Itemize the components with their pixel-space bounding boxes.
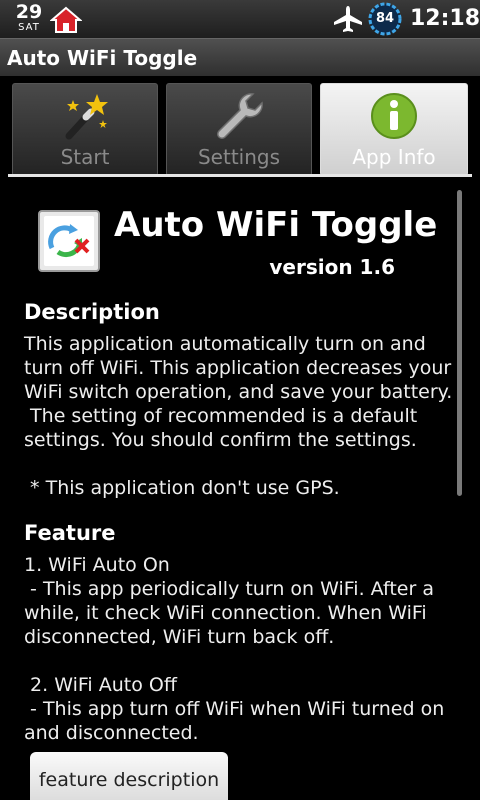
info-icon — [371, 93, 417, 139]
battery-level: 84 — [375, 11, 395, 26]
date-day: 29 — [15, 1, 43, 23]
tab-start-label: Start — [60, 145, 110, 169]
tab-settings[interactable]: Settings — [166, 83, 312, 176]
feature-heading: Feature — [24, 521, 116, 545]
tab-settings-label: Settings — [197, 145, 281, 169]
app-info-content[interactable]: Auto WiFi Toggle version 1.6 Description… — [0, 180, 480, 800]
description-heading: Description — [24, 300, 160, 324]
magic-wand-icon — [65, 94, 108, 140]
app-title-bar: Auto WiFi Toggle — [0, 38, 480, 77]
description-text: This application automatically turn on a… — [24, 333, 453, 499]
app-bar-title: Auto WiFi Toggle — [7, 46, 198, 70]
date-indicator: 29 SAT — [14, 2, 44, 33]
feature-description-button[interactable]: feature description — [30, 752, 228, 800]
airplane-mode-icon — [334, 6, 362, 32]
tab-bar: Start Settings App Info — [0, 76, 480, 176]
scrollbar[interactable] — [457, 190, 462, 496]
clock: 12:18 — [410, 6, 480, 31]
tab-start[interactable]: Start — [12, 83, 158, 176]
tab-underline — [8, 174, 472, 177]
wrench-icon — [217, 93, 263, 139]
battery-indicator: 84 — [368, 2, 402, 36]
app-logo-icon — [38, 210, 100, 272]
status-bar: 29 SAT 84 12:18 — [0, 0, 480, 38]
tab-app-info[interactable]: App Info — [320, 83, 468, 176]
tab-app-info-label: App Info — [352, 145, 436, 169]
app-version: version 1.6 — [269, 255, 395, 279]
date-weekday: SAT — [18, 22, 40, 33]
app-name: Auto WiFi Toggle — [114, 205, 438, 245]
home-notification-icon — [50, 6, 82, 33]
feature-text: 1. WiFi Auto On - This app periodically … — [24, 554, 445, 744]
